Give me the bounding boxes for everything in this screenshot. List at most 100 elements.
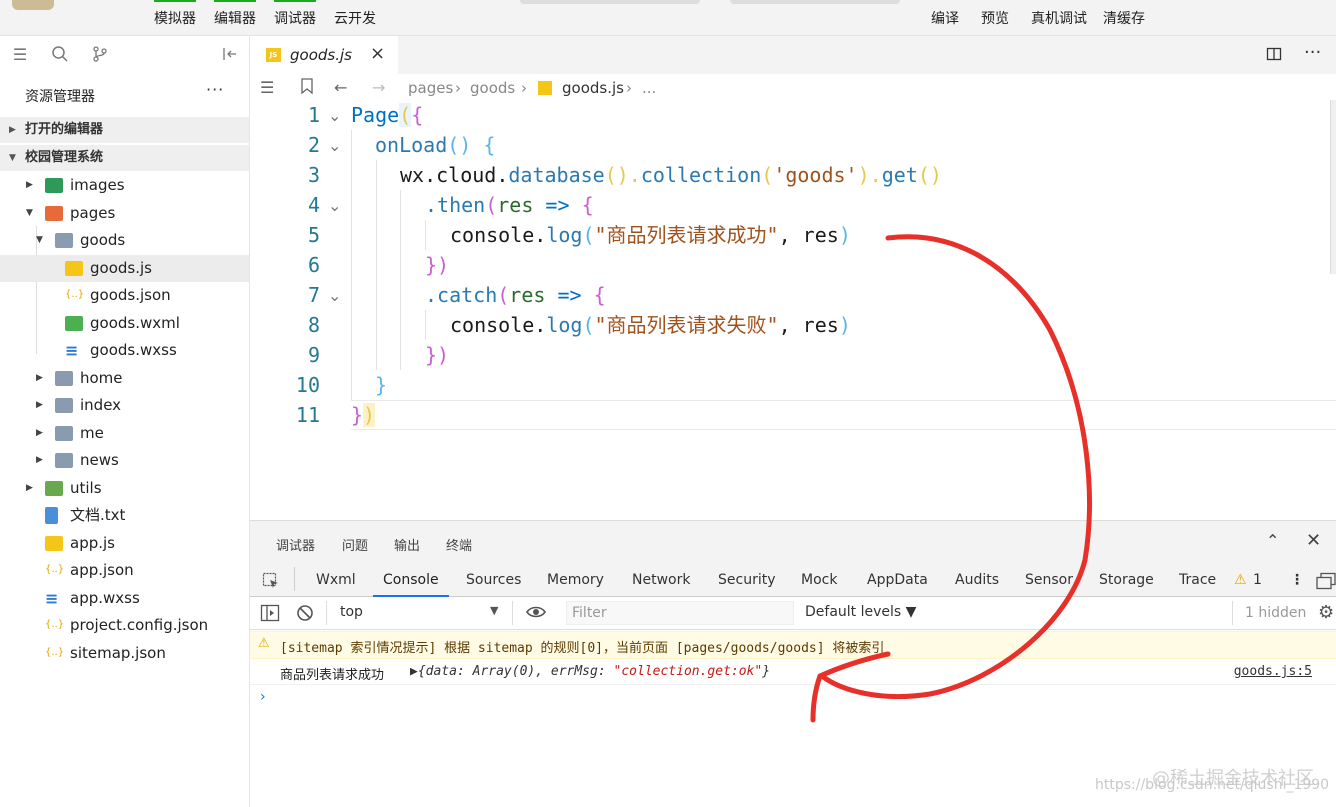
inspect-element-icon[interactable]	[262, 572, 280, 594]
outline-icon[interactable]: ☰	[260, 78, 274, 97]
remote-debug-button[interactable]: 真机调试	[1031, 8, 1087, 28]
sidebar-toggle-icon[interactable]	[260, 604, 280, 626]
tree-item[interactable]: {..} app.json	[0, 557, 249, 584]
console-prompt[interactable]: ›	[260, 689, 266, 705]
close-icon[interactable]: ×	[370, 43, 385, 64]
tab-mock[interactable]: Mock	[801, 572, 837, 588]
code-token: }	[425, 343, 438, 367]
tab-appdata[interactable]: AppData	[867, 572, 928, 588]
source-control-icon[interactable]	[90, 45, 110, 65]
log-levels-select[interactable]: Default levels ▼	[805, 604, 916, 620]
section-project[interactable]: ▼ 校园管理系统	[0, 145, 249, 171]
chevron-right-icon[interactable]: ▶	[36, 365, 43, 392]
breadcrumb-item[interactable]: goods.js	[562, 79, 624, 97]
settings-gear-icon[interactable]: ⚙	[1318, 602, 1334, 623]
more-actions-button[interactable]: ···	[206, 80, 224, 99]
more-icon[interactable]: ···	[1304, 42, 1321, 63]
eye-icon[interactable]	[526, 604, 546, 624]
debugger-button[interactable]: 调试器	[274, 0, 316, 28]
chevron-down-icon[interactable]: ▼	[36, 227, 43, 254]
kebab-menu-icon[interactable]: ⋮	[1290, 572, 1304, 588]
tree-item[interactable]: ▶ me	[0, 420, 249, 447]
tab-wxml[interactable]: Wxml	[316, 572, 356, 588]
tree-item-label: app.js	[70, 534, 115, 552]
filter-input[interactable]: Filter	[566, 601, 794, 625]
context-select[interactable]: top	[340, 604, 363, 620]
forward-arrow-icon[interactable]: →	[372, 78, 385, 97]
chevron-right-icon[interactable]: ▶	[36, 392, 43, 419]
tree-item[interactable]: ▶ news	[0, 447, 249, 474]
tab-memory[interactable]: Memory	[547, 572, 604, 588]
tree-item[interactable]: ≡ goods.wxss	[0, 337, 249, 364]
tree-item[interactable]: ≡ app.wxss	[0, 585, 249, 612]
tree-item[interactable]: ▶ images	[0, 172, 249, 199]
editor-button[interactable]: 编辑器	[214, 0, 256, 28]
bookmark-icon[interactable]	[300, 78, 314, 99]
console-log-entry[interactable]: 商品列表请求成功 ▶{data: Array(0), errMsg: "coll…	[250, 659, 1336, 685]
tree-item-label: goods.wxss	[90, 341, 177, 359]
dock-icon[interactable]	[1316, 572, 1336, 594]
tab-output[interactable]: 输出	[394, 535, 420, 554]
section-open-editors[interactable]: ▶ 打开的编辑器	[0, 117, 249, 143]
cloud-dev-button[interactable]: 云开发	[334, 8, 376, 28]
tab-audits[interactable]: Audits	[955, 572, 999, 588]
log-source-link[interactable]: goods.js:5	[1234, 664, 1312, 679]
tab-storage[interactable]: Storage	[1099, 572, 1154, 588]
breadcrumb-item[interactable]: ...	[642, 79, 656, 97]
breadcrumb-item[interactable]: pages	[408, 79, 453, 97]
tree-item[interactable]: app.js	[0, 530, 249, 557]
tab-terminal[interactable]: 终端	[446, 535, 472, 554]
preview-button[interactable]: 预览	[981, 8, 1009, 28]
tree-item[interactable]: goods.js	[0, 255, 249, 282]
avatar[interactable]	[12, 0, 54, 10]
clear-cache-button[interactable]: 清缓存	[1103, 8, 1145, 28]
tree-item[interactable]: ▶ index	[0, 392, 249, 419]
back-arrow-icon[interactable]: ←	[334, 78, 347, 97]
tree-item[interactable]: ▼ pages	[0, 200, 249, 227]
collapse-sidebar-icon[interactable]	[220, 45, 240, 65]
tab-trace[interactable]: Trace	[1179, 572, 1216, 588]
tree-item[interactable]: {..} sitemap.json	[0, 640, 249, 667]
chevron-down-icon[interactable]: ▼	[26, 200, 33, 227]
tab-security[interactable]: Security	[718, 572, 776, 588]
tree-item[interactable]: goods.wxml	[0, 310, 249, 337]
tree-item-label: goods.js	[90, 259, 152, 277]
code-editor: JS goods.js × ··· ☰ ← → pages › goods › …	[250, 36, 1336, 520]
breadcrumb-item[interactable]: goods	[470, 79, 515, 97]
warning-count[interactable]: 1	[1253, 572, 1262, 588]
tab-problems[interactable]: 问题	[342, 535, 368, 554]
js-file-icon	[65, 261, 83, 276]
tree-item[interactable]: ▼ goods	[0, 227, 249, 254]
tree-item-label: images	[70, 176, 125, 194]
tree-item[interactable]: {..} project.config.json	[0, 612, 249, 639]
tree-item[interactable]: ▶ utils	[0, 475, 249, 502]
clear-console-icon[interactable]	[296, 604, 314, 626]
split-editor-icon[interactable]	[1266, 46, 1282, 66]
tree-item[interactable]: ▶ home	[0, 365, 249, 392]
code-line: .then(res => {	[250, 190, 1336, 220]
tab-debugger[interactable]: 调试器	[276, 535, 315, 554]
chevron-right-icon[interactable]: ▶	[36, 447, 43, 474]
toolbar-segment	[730, 0, 900, 4]
tab-network[interactable]: Network	[632, 572, 690, 588]
tab-sensor[interactable]: Sensor	[1025, 572, 1073, 588]
simulator-button[interactable]: 模拟器	[154, 0, 196, 28]
search-icon[interactable]	[50, 45, 70, 65]
console-warning[interactable]: ⚠ [sitemap 索引情况提示] 根据 sitemap 的规则[0]，当前页…	[250, 631, 1336, 659]
tree-item[interactable]: {..} goods.json	[0, 282, 249, 309]
chevron-up-icon[interactable]: ⌃	[1266, 531, 1279, 550]
compile-button[interactable]: 编译	[931, 8, 959, 28]
tab-console[interactable]: Console	[373, 572, 449, 597]
chevron-right-icon[interactable]: ▶	[26, 172, 33, 199]
tab-goods-js[interactable]: JS goods.js ×	[250, 36, 398, 74]
tree-item[interactable]: 文档.txt	[0, 502, 249, 529]
log-object[interactable]: ▶{data: Array(0), errMsg: "collection.ge…	[410, 664, 770, 679]
code-token: }	[351, 403, 364, 427]
warning-icon[interactable]: ⚠	[1234, 572, 1247, 588]
close-icon[interactable]: ✕	[1306, 530, 1321, 551]
dropdown-icon[interactable]: ▼	[490, 604, 498, 617]
chevron-right-icon[interactable]: ▶	[26, 475, 33, 502]
tab-sources[interactable]: Sources	[466, 572, 521, 588]
chevron-right-icon[interactable]: ▶	[36, 420, 43, 447]
list-icon[interactable]: ☰	[10, 45, 30, 65]
